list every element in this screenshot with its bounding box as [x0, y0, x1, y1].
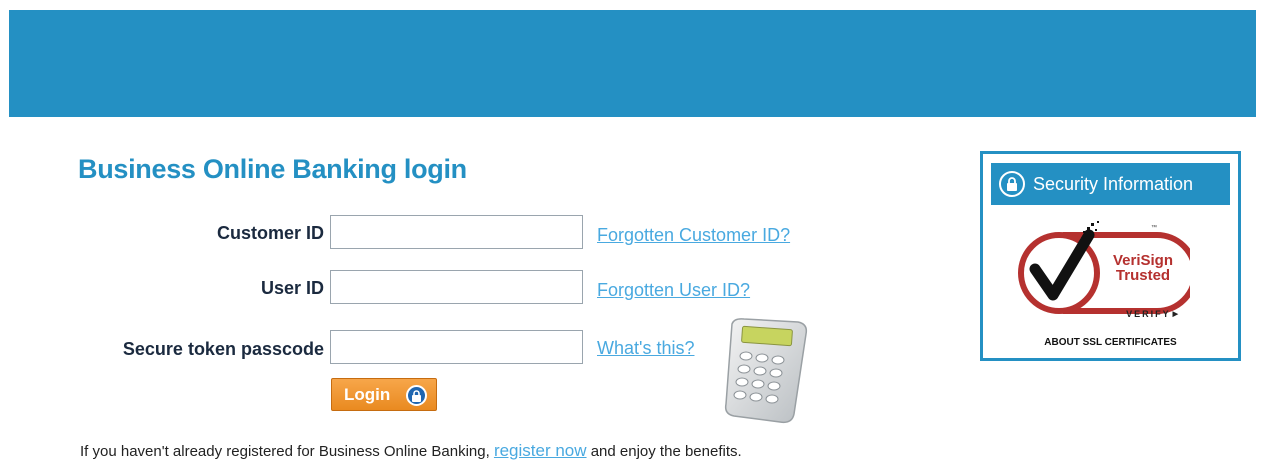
security-info-panel[interactable]: Security Information ™ VeriSign Trusted …	[980, 151, 1241, 361]
customer-id-input[interactable]	[330, 215, 583, 249]
about-ssl-link[interactable]: ABOUT SSL CERTIFICATES	[983, 337, 1238, 348]
customer-id-label: Customer ID	[216, 223, 324, 243]
register-text-after: and enjoy the benefits.	[586, 443, 742, 460]
register-text-before: If you haven't already registered for Bu…	[80, 443, 494, 460]
whats-this-link[interactable]: What's this?	[597, 338, 694, 359]
svg-text:™: ™	[1151, 224, 1157, 231]
verisign-seal[interactable]: ™ VeriSign Trusted VERIFY ▶	[1007, 217, 1198, 329]
lock-icon	[406, 385, 427, 406]
register-now-link[interactable]: register now	[494, 441, 587, 460]
user-id-input[interactable]	[330, 270, 583, 304]
seal-verify-label: VERIFY	[1126, 309, 1171, 319]
security-info-title: Security Information	[1033, 173, 1194, 194]
token-passcode-label: Secure token passcode	[122, 339, 324, 359]
login-button-label: Login	[344, 384, 391, 404]
forgotten-customer-id-link[interactable]: Forgotten Customer ID?	[597, 225, 790, 246]
page-title: Business Online Banking login	[78, 154, 467, 184]
forgotten-user-id-link[interactable]: Forgotten User ID?	[597, 280, 750, 301]
login-button[interactable]: Login	[331, 378, 437, 411]
seal-brand-line2: Trusted	[1115, 267, 1171, 284]
user-id-label: User ID	[260, 278, 324, 298]
security-info-header[interactable]: Security Information	[991, 163, 1230, 205]
register-message: If you haven't already registered for Bu…	[80, 441, 742, 461]
token-passcode-input[interactable]	[330, 330, 583, 364]
shield-lock-icon	[999, 171, 1025, 197]
seal-brand-line1: VeriSign	[1112, 252, 1174, 269]
security-token-icon	[720, 318, 810, 431]
header-banner	[9, 10, 1256, 117]
play-arrow-icon: ▶	[1172, 311, 1180, 318]
